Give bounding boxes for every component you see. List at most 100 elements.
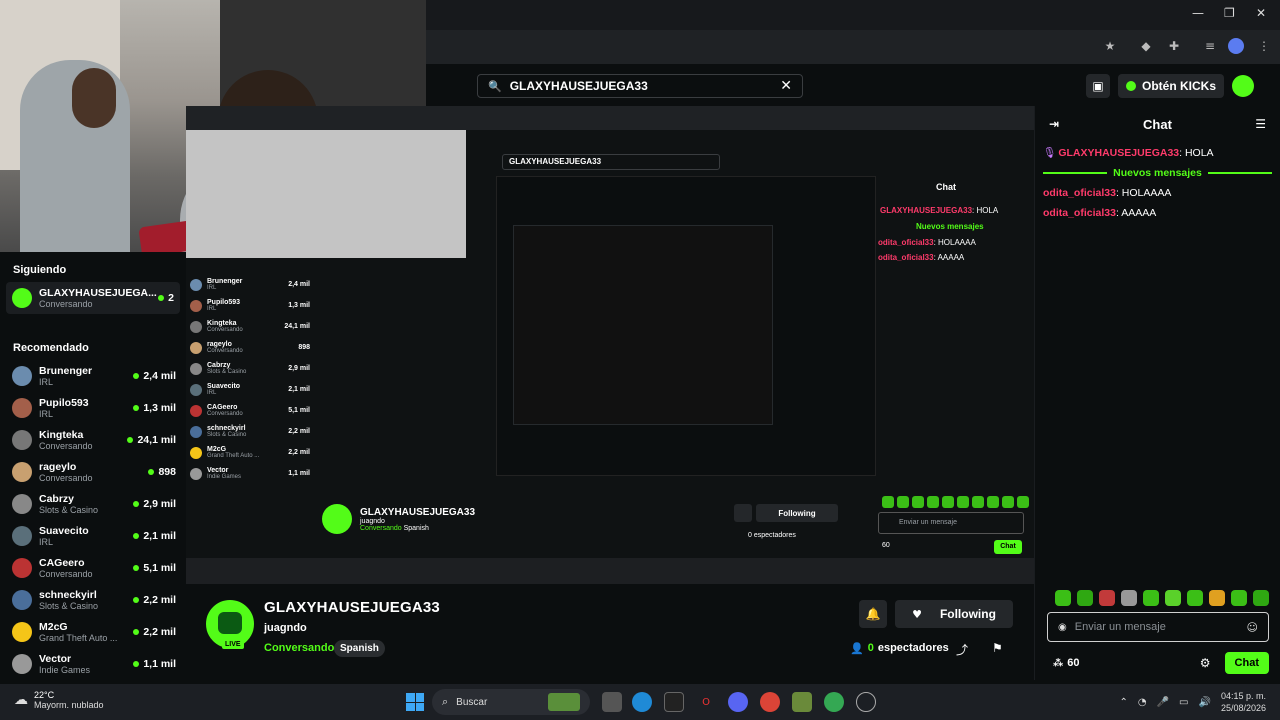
share-icon[interactable]: ⤴ bbox=[956, 641, 968, 658]
chat-users-icon[interactable]: ☰ bbox=[1255, 117, 1266, 131]
emote-icon[interactable] bbox=[1209, 590, 1225, 606]
browser-tab-strip bbox=[426, 0, 1280, 30]
nested-points: 60 bbox=[882, 542, 890, 549]
notification-bell-button[interactable]: 🔔 bbox=[859, 600, 887, 628]
viewer-count: 2,1 mil bbox=[133, 530, 176, 542]
chat-message: odita_oficial33: AAAAA bbox=[1043, 207, 1157, 219]
windows-start-icon[interactable] bbox=[406, 693, 424, 711]
sidebar-item-recommended[interactable]: M2cG Grand Theft Auto ... 2,2 mil bbox=[0, 616, 186, 648]
emote-icon[interactable] bbox=[1253, 590, 1269, 606]
channel-category: IRL bbox=[39, 377, 54, 387]
following-button[interactable]: ♥ Following bbox=[895, 600, 1013, 628]
gear-icon[interactable]: ⚙ bbox=[1200, 656, 1211, 670]
extension-icon[interactable]: ◆ bbox=[1138, 38, 1154, 54]
sidebar-item-recommended[interactable]: Cabrzy Slots & Casino 2,9 mil bbox=[0, 488, 186, 520]
channel-category: Conversando bbox=[39, 473, 93, 483]
volume-icon[interactable]: 🔊 bbox=[1199, 697, 1211, 708]
streamer-name[interactable]: GLAXYHAUSEJUEGA33 bbox=[264, 599, 440, 616]
emote-icon[interactable] bbox=[1143, 590, 1159, 606]
smiley-icon[interactable]: ☺ bbox=[1247, 621, 1258, 634]
clock[interactable]: 04:15 p. m. 25/08/2026 bbox=[1221, 690, 1266, 714]
language-tag[interactable]: Spanish bbox=[334, 640, 385, 657]
emote-icon[interactable] bbox=[1187, 590, 1203, 606]
channel-name: Kingteka bbox=[39, 429, 84, 441]
profile-icon[interactable] bbox=[1228, 38, 1244, 54]
mic-badge-icon: 🎙 bbox=[1043, 147, 1057, 159]
viewer-count: 2,2 mil bbox=[133, 594, 176, 606]
sidebar-item-recommended[interactable]: Pupilo593 IRL 1,3 mil bbox=[0, 392, 186, 424]
epic-games-icon[interactable] bbox=[664, 692, 684, 712]
person-icon: 👤 bbox=[850, 642, 864, 655]
channel-name: schneckyirl bbox=[39, 589, 97, 601]
network-icon[interactable]: ▭ bbox=[1179, 697, 1188, 708]
microphone-icon[interactable]: 🎤 bbox=[1157, 697, 1169, 708]
menu-kebab-icon[interactable]: ⋮ bbox=[1256, 38, 1272, 54]
chevron-up-icon[interactable]: ⌃ bbox=[1119, 697, 1127, 708]
minimize-icon[interactable]: — bbox=[1192, 6, 1204, 20]
bell-icon: 🔔 bbox=[865, 607, 881, 621]
nested-bell-icon bbox=[734, 504, 752, 522]
get-kicks-button[interactable]: Obtén KICKs bbox=[1117, 74, 1224, 98]
emote-icon[interactable] bbox=[1121, 590, 1137, 606]
chat-header: ⇥ Chat ☰ bbox=[1035, 106, 1280, 142]
send-chat-button[interactable]: Chat bbox=[1224, 652, 1269, 674]
live-dot-icon bbox=[133, 661, 140, 667]
sidebar-item-recommended[interactable]: CAGeero Conversando 5,1 mil bbox=[0, 552, 186, 584]
minecraft-icon[interactable] bbox=[792, 692, 812, 712]
chrome-profile-icon[interactable] bbox=[824, 692, 844, 712]
media-icon[interactable]: ≡ bbox=[1202, 38, 1218, 54]
chrome-icon[interactable] bbox=[760, 692, 780, 712]
stream-info-bar: LIVE GLAXYHAUSEJUEGA33 juagndo Conversan… bbox=[186, 584, 1034, 680]
nested-chat-title: Chat bbox=[936, 182, 956, 192]
chat-panel: ⇥ Chat ☰ 🎙 GLAXYHAUSEJUEGA33: HOLA Nuevos… bbox=[1034, 106, 1280, 680]
points-icon: ⁂ bbox=[1053, 657, 1064, 669]
emote-icon[interactable] bbox=[1231, 590, 1247, 606]
edge-icon[interactable] bbox=[632, 692, 652, 712]
nested-sidebar-item: Cabrzy Slots & Casino 2,9 mil bbox=[190, 358, 310, 379]
layout-toggle-icon[interactable]: ▣ bbox=[1085, 74, 1110, 98]
sidebar-item-recommended[interactable]: Brunenger IRL 2,4 mil bbox=[0, 360, 186, 392]
emote-picker-icon[interactable]: ◉ bbox=[1058, 622, 1067, 633]
opera-icon[interactable]: O bbox=[696, 692, 716, 712]
channel-name: CAGeero bbox=[39, 557, 85, 569]
close-window-icon[interactable]: ✕ bbox=[1256, 6, 1266, 20]
channel-category: Slots & Casino bbox=[39, 601, 99, 611]
nested-sidebar-item: M2cG Grand Theft Auto ... 2,2 mil bbox=[190, 442, 310, 463]
sidebar-item-following[interactable]: GLAXYHAUSEJUEGA... Conversando 2 bbox=[6, 282, 180, 314]
site-search-input[interactable]: 🔍 GLAXYHAUSEJUEGA33 ✕ bbox=[477, 74, 803, 98]
sidebar-item-recommended[interactable]: Suavecito IRL 2,1 mil bbox=[0, 520, 186, 552]
clock-tray-icon[interactable]: ◔ bbox=[1138, 697, 1147, 708]
nested-sidebar-item: Pupilo593 IRL 1,3 mil bbox=[190, 295, 310, 316]
stream-category[interactable]: Conversando bbox=[264, 642, 334, 654]
avatar bbox=[12, 288, 32, 308]
emote-icon[interactable] bbox=[1077, 590, 1093, 606]
bookmark-star-icon[interactable]: ★ bbox=[1102, 38, 1118, 54]
emote-icon[interactable] bbox=[1099, 590, 1115, 606]
taskbar-search[interactable]: ⌕ Buscar bbox=[432, 689, 590, 715]
emote-icon[interactable] bbox=[1165, 590, 1181, 606]
avatar bbox=[12, 494, 32, 514]
collapse-chat-icon[interactable]: ⇥ bbox=[1049, 117, 1059, 131]
report-icon[interactable]: ⚑ bbox=[992, 641, 1003, 655]
sidebar: Siguiendo GLAXYHAUSEJUEGA... Conversando… bbox=[0, 252, 186, 680]
nested-streamer-name: GLAXYHAUSEJUEGA33 bbox=[360, 506, 476, 518]
chat-input[interactable]: ◉ Enviar un mensaje ☺ bbox=[1047, 612, 1269, 642]
puzzle-icon[interactable]: ✚ bbox=[1166, 38, 1182, 54]
nested-sidebar-item: Brunenger IRL 2,4 mil bbox=[190, 274, 310, 295]
sidebar-item-recommended[interactable]: schneckyirl Slots & Casino 2,2 mil bbox=[0, 584, 186, 616]
weather-widget[interactable]: ☁ 22°C Mayorm. nublado bbox=[14, 690, 104, 710]
nested-sidebar: Brunenger IRL 2,4 mil Pupilo593 IRL 1,3 mil Ki… bbox=[190, 274, 310, 574]
viewer-count: 2,2 mil bbox=[133, 626, 176, 638]
user-avatar[interactable] bbox=[1232, 75, 1254, 97]
search-highlight-image bbox=[548, 693, 580, 711]
obs-icon[interactable] bbox=[856, 692, 876, 712]
sidebar-item-recommended[interactable]: Kingteka Conversando 24,1 mil bbox=[0, 424, 186, 456]
clear-search-icon[interactable]: ✕ bbox=[780, 78, 792, 94]
sidebar-item-recommended[interactable]: rageylo Conversando 898 bbox=[0, 456, 186, 488]
sidebar-item-recommended[interactable]: Vector Indie Games 1,1 mil bbox=[0, 648, 186, 680]
maximize-icon[interactable]: ❐ bbox=[1224, 6, 1235, 20]
discord-icon[interactable] bbox=[728, 692, 748, 712]
emote-icon[interactable] bbox=[1055, 590, 1071, 606]
channel-name: GLAXYHAUSEJUEGA... bbox=[39, 287, 157, 299]
task-view-icon[interactable] bbox=[602, 692, 622, 712]
